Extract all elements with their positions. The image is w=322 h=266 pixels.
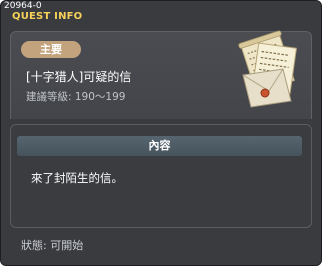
quest-description: 來了封陌生的信。 [31, 171, 123, 185]
recommended-level: 建議等級: 190～199 [26, 91, 126, 103]
quest-name: [十字猎人]可疑的信 [26, 70, 132, 84]
quest-status: 狀態: 可開始 [21, 239, 84, 252]
quest-info-window: 20964-0 QUEST INFO 主要 [十字猎人]可疑的信 建議等級: 1… [0, 0, 322, 266]
quest-category-badge: 主要 [21, 41, 81, 58]
letter-scroll-icon [238, 30, 297, 108]
window-title: QUEST INFO [12, 11, 83, 22]
content-header: 內容 [17, 136, 302, 156]
